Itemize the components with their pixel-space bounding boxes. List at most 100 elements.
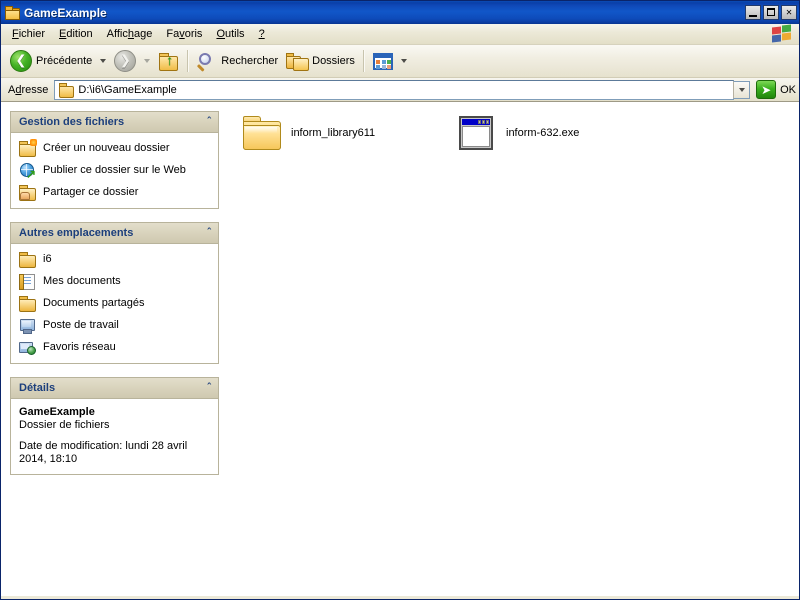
toolbar-separator-2 bbox=[362, 50, 365, 72]
details-item-date: Date de modification: lundi 28 avril 201… bbox=[19, 440, 188, 465]
panel-other-places: Autres emplacements ˆ i6 Mes documents D… bbox=[10, 222, 219, 364]
menu-edition-rest: dition bbox=[66, 28, 93, 40]
place-label: Poste de travail bbox=[43, 319, 119, 331]
menu-affichage[interactable]: Affichage bbox=[100, 26, 160, 42]
search-icon bbox=[197, 52, 217, 72]
place-my-computer[interactable]: Poste de travail bbox=[19, 317, 212, 334]
panel-file-tasks-body: Créer un nouveau dossier ↗ Publier ce do… bbox=[11, 133, 218, 208]
details-item-name: GameExample bbox=[19, 406, 95, 418]
task-publish-to-web[interactable]: ↗ Publier ce dossier sur le Web bbox=[19, 162, 212, 180]
windows-flag-icon bbox=[772, 24, 794, 43]
close-button[interactable]: ✕ bbox=[781, 5, 797, 20]
title-bar: GameExample ✕ bbox=[1, 1, 799, 24]
network-places-icon bbox=[19, 339, 36, 355]
my-computer-icon bbox=[19, 317, 36, 334]
views-caret[interactable] bbox=[400, 59, 407, 63]
task-share-folder[interactable]: Partager ce dossier bbox=[19, 184, 212, 201]
file-list-row: inform_library611 inform-632.exe bbox=[238, 111, 799, 155]
up-button[interactable]: ↑ bbox=[154, 48, 183, 74]
place-shared-documents[interactable]: Documents partagés bbox=[19, 295, 212, 312]
views-icon bbox=[372, 52, 393, 70]
explorer-content: Gestion des fichiers ˆ Créer un nouveau … bbox=[1, 102, 799, 596]
task-create-new-folder[interactable]: Créer un nouveau dossier bbox=[19, 139, 212, 157]
folders-button-label: Dossiers bbox=[312, 55, 355, 67]
maximize-button[interactable] bbox=[763, 5, 779, 20]
chevron-up-icon[interactable]: ˆ bbox=[207, 382, 213, 393]
panel-file-tasks: Gestion des fichiers ˆ Créer un nouveau … bbox=[10, 111, 219, 209]
task-label: Publier ce dossier sur le Web bbox=[43, 164, 186, 176]
panel-other-places-body: i6 Mes documents Documents partagés Post… bbox=[11, 244, 218, 363]
back-button[interactable]: ❮ Précédente bbox=[6, 48, 96, 74]
panel-details: Détails ˆ GameExample Dossier de fichier… bbox=[10, 377, 219, 475]
go-arrow-icon: ➤ bbox=[756, 80, 777, 99]
folder-icon bbox=[19, 295, 36, 312]
window-bottom-edge bbox=[1, 596, 799, 599]
menu-edition[interactable]: Edition bbox=[52, 26, 100, 42]
menu-help[interactable]: ? bbox=[252, 26, 272, 42]
views-button[interactable] bbox=[369, 48, 397, 74]
back-button-label: Précédente bbox=[36, 55, 93, 67]
task-label: Créer un nouveau dossier bbox=[43, 142, 170, 154]
minimize-button[interactable] bbox=[745, 5, 761, 20]
panel-details-header[interactable]: Détails ˆ bbox=[11, 378, 218, 399]
menu-fichier-rest: ichier bbox=[18, 28, 46, 40]
menu-favoris[interactable]: Favoris bbox=[159, 26, 209, 42]
chevron-up-icon[interactable]: ˆ bbox=[207, 227, 213, 238]
panel-title: Autres emplacements bbox=[19, 227, 134, 239]
folders-button[interactable]: Dossiers bbox=[282, 48, 359, 74]
panel-file-tasks-header[interactable]: Gestion des fichiers ˆ bbox=[11, 112, 218, 133]
panel-title: Détails bbox=[19, 382, 56, 394]
forward-button[interactable]: ❯ bbox=[110, 48, 140, 74]
details-item-type: Dossier de fichiers bbox=[19, 419, 110, 431]
window-title: GameExample bbox=[24, 5, 107, 20]
explorer-window: GameExample ✕ Fichier Edition Affichage … bbox=[0, 0, 800, 600]
folder-icon bbox=[240, 114, 282, 152]
address-input[interactable]: D:\i6\GameExample bbox=[54, 79, 735, 100]
file-list[interactable]: inform_library611 inform-632.exe bbox=[238, 103, 799, 596]
folders-icon bbox=[286, 52, 310, 71]
tool-bar: ❮ Précédente ❯ ↑ Rechercher Dossiers bbox=[1, 45, 799, 78]
chevron-down-icon bbox=[738, 87, 745, 92]
place-my-documents[interactable]: Mes documents bbox=[19, 273, 212, 290]
back-arrow-icon: ❮ bbox=[10, 50, 32, 72]
search-button[interactable]: Rechercher bbox=[193, 48, 282, 74]
new-folder-icon bbox=[19, 139, 37, 157]
toolbar-separator-1 bbox=[187, 50, 190, 72]
folder-icon bbox=[4, 5, 20, 21]
panel-title: Gestion des fichiers bbox=[19, 116, 125, 128]
address-label: Adresse bbox=[8, 83, 49, 96]
address-value: D:\i6\GameExample bbox=[78, 83, 177, 96]
share-folder-icon bbox=[19, 184, 36, 201]
folder-icon bbox=[58, 82, 75, 98]
menu-bar: Fichier Edition Affichage Favoris Outils… bbox=[1, 24, 799, 45]
panel-other-places-header[interactable]: Autres emplacements ˆ bbox=[11, 223, 218, 244]
forward-history-caret[interactable] bbox=[144, 59, 151, 63]
panel-details-body: GameExample Dossier de fichiers Date de … bbox=[11, 399, 218, 474]
address-dropdown-button[interactable] bbox=[733, 80, 751, 99]
address-bar: Adresse D:\i6\GameExample ➤ OK bbox=[1, 78, 799, 102]
search-button-label: Rechercher bbox=[221, 55, 279, 67]
chevron-up-icon[interactable]: ˆ bbox=[207, 116, 213, 127]
folder-icon bbox=[19, 251, 36, 268]
my-documents-icon bbox=[19, 273, 36, 290]
list-item[interactable]: inform_library611 bbox=[238, 111, 453, 155]
menu-outils[interactable]: Outils bbox=[209, 26, 251, 42]
place-network-places[interactable]: Favoris réseau bbox=[19, 339, 212, 355]
place-label: Mes documents bbox=[43, 275, 121, 287]
back-history-caret[interactable] bbox=[100, 59, 107, 63]
place-label: Favoris réseau bbox=[43, 341, 116, 353]
place-i6[interactable]: i6 bbox=[19, 251, 212, 268]
go-button[interactable]: ➤ OK bbox=[756, 80, 796, 99]
publish-web-icon: ↗ bbox=[19, 162, 36, 180]
place-label: i6 bbox=[43, 253, 52, 265]
up-folder-icon: ↑ bbox=[158, 52, 179, 71]
go-button-label: OK bbox=[780, 83, 796, 96]
place-label: Documents partagés bbox=[43, 297, 145, 309]
task-label: Partager ce dossier bbox=[43, 186, 139, 198]
application-icon bbox=[455, 114, 497, 152]
task-pane: Gestion des fichiers ˆ Créer un nouveau … bbox=[1, 103, 238, 596]
menu-fichier[interactable]: Fichier bbox=[5, 26, 52, 42]
file-name: inform-632.exe bbox=[506, 127, 580, 139]
list-item[interactable]: inform-632.exe bbox=[453, 111, 668, 155]
forward-arrow-icon: ❯ bbox=[114, 50, 137, 72]
